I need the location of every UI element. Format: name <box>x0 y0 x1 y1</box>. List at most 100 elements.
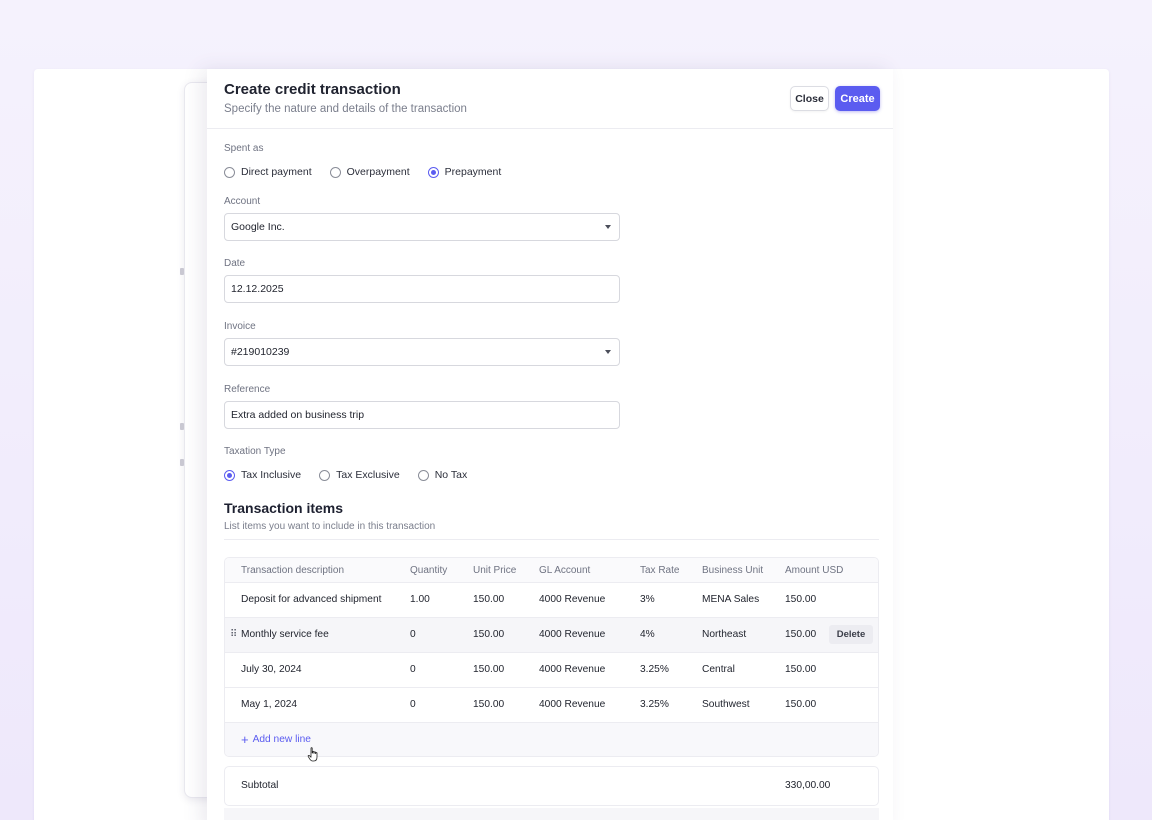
dialog-header: Create credit transaction Specify the na… <box>207 69 893 129</box>
radio-button[interactable] <box>329 166 341 178</box>
cell-unit-price: 150.00 <box>473 664 505 675</box>
radio-button[interactable] <box>224 166 235 178</box>
cell-amount: 150.00 <box>785 629 817 640</box>
close-button[interactable]: Close <box>790 86 829 111</box>
add-new-line-link[interactable]: + Add new line <box>241 731 311 747</box>
cell-description: July 30, 2024 <box>241 664 302 675</box>
table-row[interactable]: Deposit for advanced shipment 1.00 150.0… <box>225 583 878 618</box>
plus-icon: + <box>241 731 249 747</box>
create-transaction-dialog: Create credit transaction Specify the na… <box>207 69 893 820</box>
chevron-down-icon <box>605 350 611 354</box>
taxation-radio-group: Tax Inclusive Tax Exclusive No Tax <box>224 469 485 481</box>
background-mark <box>180 459 184 466</box>
table-row[interactable]: July 30, 2024 0 150.00 4000 Revenue 3.25… <box>225 653 878 688</box>
table-row[interactable]: ⠿ Monthly service fee 0 150.00 4000 Reve… <box>225 618 878 653</box>
invoice-label: Invoice <box>224 321 256 332</box>
radio-label: Tax Exclusive <box>336 469 400 481</box>
radio-label: No Tax <box>434 469 468 481</box>
add-line-row: + Add new line <box>225 723 878 756</box>
delete-row-button[interactable]: Delete <box>829 625 873 644</box>
cell-tax-rate: 3.25% <box>640 664 669 675</box>
cell-gl-account: 4000 Revenue <box>539 664 606 675</box>
background-mark <box>180 268 184 275</box>
add-new-line-label: Add new line <box>252 734 311 745</box>
cell-description: Deposit for advanced shipment <box>241 594 382 605</box>
cell-unit-price: 150.00 <box>473 594 505 605</box>
radio-direct-payment[interactable]: Direct payment <box>224 166 312 178</box>
account-select[interactable]: Google Inc. <box>224 213 620 241</box>
divider <box>224 539 879 540</box>
radio-button[interactable] <box>319 469 331 481</box>
reference-value: Extra added on business trip <box>231 409 365 421</box>
radio-button-selected[interactable] <box>427 166 439 178</box>
radio-button[interactable] <box>417 469 429 481</box>
radio-label: Direct payment <box>241 166 312 178</box>
cell-quantity: 0 <box>410 629 416 640</box>
cell-quantity: 0 <box>410 699 416 710</box>
background-mark <box>180 423 184 430</box>
column-header: Amount USD <box>785 565 844 576</box>
cell-gl-account: 4000 Revenue <box>539 594 606 605</box>
column-header: Business Unit <box>702 565 764 576</box>
cell-gl-account: 4000 Revenue <box>539 699 606 710</box>
subtotal-row: Subtotal 330,00.00 <box>224 766 879 806</box>
cell-description: Monthly service fee <box>241 629 329 640</box>
column-header: Unit Price <box>473 565 517 576</box>
column-header: GL Account <box>539 565 591 576</box>
column-header: Quantity <box>410 565 448 576</box>
account-label: Account <box>224 196 261 207</box>
date-value: 12.12.2025 <box>231 283 284 295</box>
radio-label: Tax Inclusive <box>241 469 302 481</box>
radio-tax-inclusive[interactable]: Tax Inclusive <box>224 469 301 481</box>
radio-button-selected[interactable] <box>224 469 235 481</box>
drag-handle-icon[interactable]: ⠿ <box>230 629 237 640</box>
chevron-down-icon <box>605 225 611 229</box>
cell-gl-account: 4000 Revenue <box>539 629 606 640</box>
cell-business-unit: Southwest <box>702 699 750 710</box>
taxation-type-label: Taxation Type <box>224 446 286 457</box>
cell-amount: 150.00 <box>785 699 817 710</box>
transaction-items-title: Transaction items <box>224 500 344 516</box>
radio-overpayment[interactable]: Overpayment <box>329 166 410 178</box>
invoice-select[interactable]: #219010239 <box>224 338 620 366</box>
summary-row <box>224 808 879 820</box>
cell-unit-price: 150.00 <box>473 699 505 710</box>
dialog-subtitle: Specify the nature and details of the tr… <box>224 103 467 115</box>
cell-business-unit: Central <box>702 664 735 675</box>
cell-tax-rate: 4% <box>640 629 655 640</box>
subtotal-value: 330,00.00 <box>785 780 831 791</box>
date-label: Date <box>224 258 246 269</box>
cell-tax-rate: 3.25% <box>640 699 669 710</box>
cell-business-unit: Northeast <box>702 629 747 640</box>
column-header: Tax Rate <box>640 565 680 576</box>
cell-quantity: 0 <box>410 664 416 675</box>
cell-amount: 150.00 <box>785 594 817 605</box>
radio-label: Overpayment <box>346 166 410 178</box>
invoice-value: #219010239 <box>231 346 290 358</box>
date-input[interactable]: 12.12.2025 <box>224 275 620 303</box>
radio-label: Prepayment <box>444 166 502 178</box>
radio-no-tax[interactable]: No Tax <box>417 469 468 481</box>
cell-quantity: 1.00 <box>410 594 430 605</box>
spent-as-radio-group: Direct payment Overpayment Prepayment <box>224 166 519 178</box>
cell-business-unit: MENA Sales <box>702 594 760 605</box>
reference-input[interactable]: Extra added on business trip <box>224 401 620 429</box>
account-value: Google Inc. <box>231 221 285 233</box>
reference-label: Reference <box>224 384 271 395</box>
column-header: Transaction description <box>241 565 345 576</box>
table-header: Transaction description Quantity Unit Pr… <box>225 558 878 583</box>
cell-tax-rate: 3% <box>640 594 655 605</box>
create-button[interactable]: Create <box>835 86 880 111</box>
cell-description: May 1, 2024 <box>241 699 298 710</box>
cell-unit-price: 150.00 <box>473 629 505 640</box>
transaction-items-subtitle: List items you want to include in this t… <box>224 521 436 532</box>
transaction-items-table: Transaction description Quantity Unit Pr… <box>224 557 879 757</box>
cell-amount: 150.00 <box>785 664 817 675</box>
radio-prepayment[interactable]: Prepayment <box>427 166 502 178</box>
radio-tax-exclusive[interactable]: Tax Exclusive <box>319 469 400 481</box>
dialog-title: Create credit transaction <box>224 81 401 98</box>
subtotal-label: Subtotal <box>241 780 279 791</box>
hand-cursor-icon <box>307 747 318 762</box>
spent-as-label: Spent as <box>224 143 264 154</box>
table-row[interactable]: May 1, 2024 0 150.00 4000 Revenue 3.25% … <box>225 688 878 723</box>
